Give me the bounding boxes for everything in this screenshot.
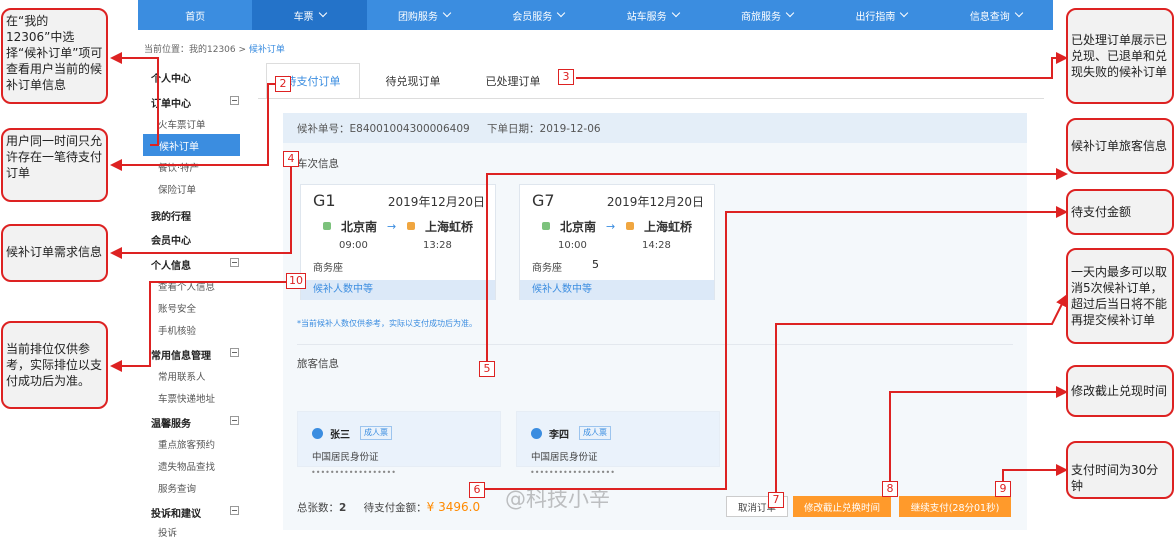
marker-8: 8	[882, 481, 898, 497]
marker-4: 4	[283, 151, 299, 167]
marker-3: 3	[558, 69, 574, 85]
callout-box-6: 候补订单旅客信息	[1066, 118, 1174, 174]
callout-box-5: 已处理订单展示已兑现、已退单和兑现失败的候补订单	[1066, 8, 1174, 104]
marker-6: 6	[469, 482, 485, 498]
marker-2: 2	[275, 76, 291, 92]
callout-box-9: 修改截止兑现时间	[1066, 365, 1174, 417]
callout-box-10: 支付时间为30分钟	[1066, 441, 1174, 499]
marker-7: 7	[768, 492, 784, 508]
marker-9: 9	[995, 481, 1011, 497]
marker-5: 5	[479, 361, 495, 377]
callout-box-1: 在“我的12306”中选择“候补订单”项可查看用户当前的候补订单信息	[1, 8, 108, 104]
callout-box-2: 用户同一时间只允许存在一笔待支付订单	[1, 128, 108, 202]
callout-box-8: 一天内最多可以取消5次候补订单，超过后当日将不能再提交候补订单	[1066, 248, 1174, 344]
callout-box-7: 待支付金额	[1066, 189, 1174, 235]
marker-10: 10	[286, 273, 306, 289]
annotation-lines	[110, 52, 1068, 496]
callout-box-4: 当前排位仅供参考，实际排位以支付成功后为准。	[1, 321, 108, 409]
callout-box-3: 候补订单需求信息	[1, 224, 108, 282]
